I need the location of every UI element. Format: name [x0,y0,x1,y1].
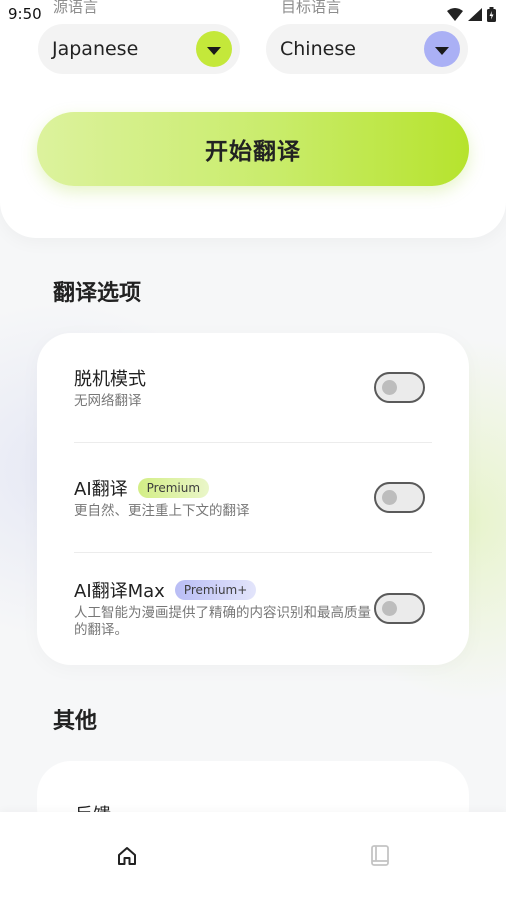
target-dropdown-button[interactable] [424,31,460,67]
toggle-knob [382,601,397,616]
option-description: 无网络翻译 [74,393,142,409]
status-bar: 9:50 [0,0,506,28]
status-time: 9:50 [8,5,42,23]
home-icon [118,847,136,865]
target-language-value: Chinese [280,38,356,60]
status-icons [447,6,496,22]
bottom-navigation [0,812,506,900]
option-offline-mode: 脱机模式 无网络翻译 [37,333,469,443]
source-dropdown-button[interactable] [196,31,232,67]
start-translation-button[interactable]: 开始翻译 [37,112,469,186]
ai-translation-toggle[interactable] [374,482,425,513]
book-icon [371,845,389,866]
target-language-select[interactable]: Chinese [266,24,468,74]
chevron-down-icon [207,46,221,55]
ai-translation-max-toggle[interactable] [374,593,425,624]
other-section-title: 其他 [53,709,98,734]
offline-mode-toggle[interactable] [374,372,425,403]
chevron-down-icon [435,46,449,55]
option-ai-translation-max: AI翻译Max Premium+ 人工智能为漫画提供了精确的内容识别和最高质量的… [37,553,469,663]
nav-library[interactable] [366,842,394,870]
option-ai-translation: AI翻译 Premium 更自然、更注重上下文的翻译 [37,443,469,553]
premium-plus-badge: Premium+ [174,580,257,600]
source-language-value: Japanese [52,38,139,60]
toggle-knob [382,490,397,505]
premium-badge: Premium [137,478,210,498]
option-title: AI翻译 [74,479,128,500]
translation-options-card: 脱机模式 无网络翻译 AI翻译 Premium 更自然、更注重上下文的翻译 AI… [37,333,469,665]
wifi-icon [447,7,463,21]
signal-icon [468,7,482,21]
toggle-knob [382,380,397,395]
translation-options-title: 翻译选项 [53,281,142,306]
option-title: 脱机模式 [74,369,146,390]
nav-home[interactable] [113,842,141,870]
option-description: 人工智能为漫画提供了精确的内容识别和最高质量的翻译。 [74,605,371,638]
source-language-select[interactable]: Japanese [38,24,240,74]
language-panel: 源语言 目标语言 Japanese Chinese 开始翻译 [0,0,506,238]
battery-icon [487,6,496,22]
option-description: 更自然、更注重上下文的翻译 [74,503,250,519]
option-title: AI翻译Max [74,581,165,602]
